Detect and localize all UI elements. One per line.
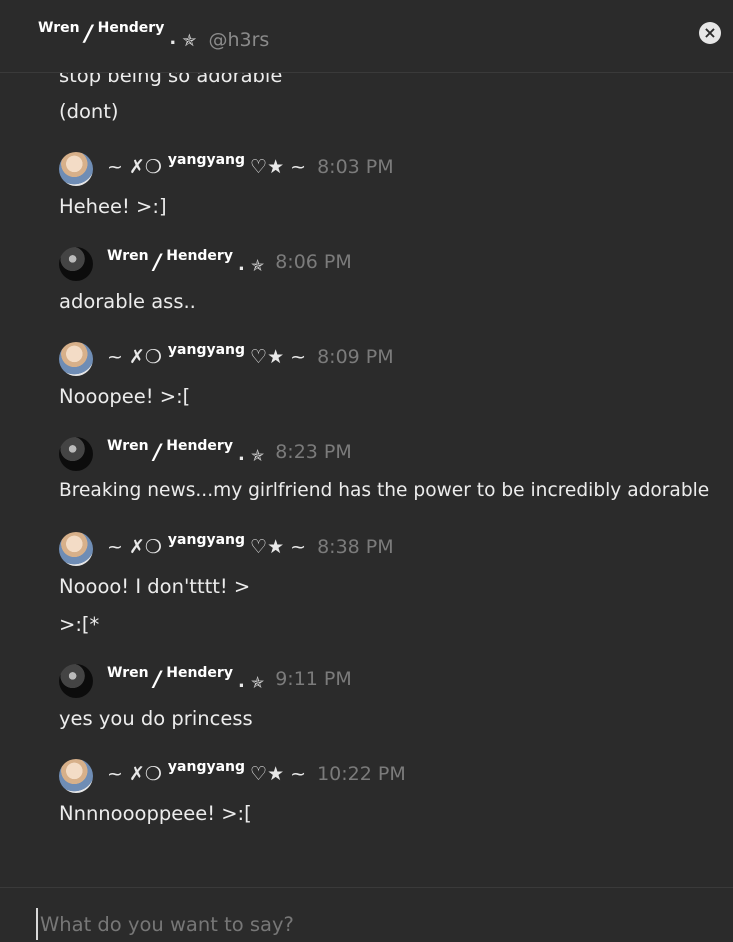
message-timestamp: 10:22 PM (317, 763, 406, 785)
message-timestamp: 8:38 PM (317, 536, 394, 558)
author-name-first: Wren (107, 665, 149, 681)
contact-name-slash: / (84, 22, 93, 47)
avatar[interactable] (59, 759, 93, 793)
contact-handle: @h3rs (208, 29, 270, 51)
message-timestamp: 8:23 PM (275, 441, 352, 463)
message-author-row: ~ ✗❍ yangyang ♡★ ~ 8:03 PM (59, 152, 394, 188)
chat-header: Wren / Hendery . ✯ @h3rs × (0, 0, 733, 73)
message-author-row: ~ ✗❍ yangyang ♡★ ~ 8:38 PM (59, 532, 394, 568)
message-text: adorable ass.. (59, 290, 196, 313)
author-name[interactable]: Wren / Hendery . ✯ (107, 664, 264, 692)
message-author-row: Wren / Hendery . ✯ 9:11 PM (59, 664, 352, 700)
message-text: yes you do princess (59, 707, 253, 730)
author-name-first: Wren (107, 438, 149, 454)
author-prefix: ~ ✗❍ (107, 536, 162, 558)
message-text: (dont) (59, 100, 119, 123)
author-prefix: ~ ✗❍ (107, 156, 162, 178)
author-name-slash: / (153, 440, 162, 464)
message-text: Breaking news...my girlfriend has the po… (59, 480, 710, 501)
message-list[interactable]: stop being so adorable (dont) ~ ✗❍ yangy… (0, 72, 733, 887)
message-text: >:[* (59, 613, 100, 636)
avatar[interactable] (59, 437, 93, 471)
message-author-row: ~ ✗❍ yangyang ♡★ ~ 10:22 PM (59, 759, 406, 795)
message-author-row: Wren / Hendery . ✯ 8:06 PM (59, 247, 352, 283)
avatar[interactable] (59, 342, 93, 376)
author-suffix: ♡★ ~ (250, 536, 307, 558)
message-input[interactable] (36, 908, 702, 940)
author-name[interactable]: yangyang (168, 532, 245, 548)
author-suffix: ♡★ ~ (250, 156, 307, 178)
close-icon[interactable]: × (699, 22, 721, 44)
author-prefix: ~ ✗❍ (107, 346, 162, 368)
author-name-second: Hendery (166, 438, 233, 454)
avatar[interactable] (59, 532, 93, 566)
message-text: Nooopee! >:[ (59, 385, 191, 408)
author-prefix: ~ ✗❍ (107, 763, 162, 785)
message-timestamp: 8:06 PM (275, 251, 352, 273)
message-timestamp: 8:09 PM (317, 346, 394, 368)
chat-contact-name: Wren / Hendery . ✯ @h3rs (38, 14, 269, 51)
author-name[interactable]: yangyang (168, 759, 245, 775)
author-suffix: ♡★ ~ (250, 763, 307, 785)
author-name-dot: . (237, 254, 245, 275)
star-icon: ✯ (182, 31, 197, 51)
author-name-slash: / (153, 250, 162, 274)
author-name[interactable]: Wren / Hendery . ✯ (107, 247, 264, 275)
author-suffix: ♡★ ~ (250, 346, 307, 368)
avatar[interactable] (59, 247, 93, 281)
message-author-row: Wren / Hendery . ✯ 8:23 PM (59, 437, 352, 473)
message-text: Hehee! >:] (59, 195, 167, 218)
message-text: Noooo! I don'tttt! > (59, 575, 251, 598)
author-name[interactable]: yangyang (168, 152, 245, 168)
message-text: Nnnnoooppeee! >:[ (59, 802, 252, 825)
author-name-dot: . (237, 444, 245, 465)
avatar[interactable] (59, 152, 93, 186)
author-name-slash: / (153, 667, 162, 691)
message-author-row: ~ ✗❍ yangyang ♡★ ~ 8:09 PM (59, 342, 394, 378)
author-name-second: Hendery (166, 248, 233, 264)
author-name[interactable]: yangyang (168, 342, 245, 358)
author-name-dot: . (237, 671, 245, 692)
avatar[interactable] (59, 664, 93, 698)
star-icon: ✯ (250, 673, 265, 692)
author-name[interactable]: Wren / Hendery . ✯ (107, 437, 264, 465)
message-timestamp: 8:03 PM (317, 156, 394, 178)
contact-name-first: Wren (38, 20, 80, 36)
author-name-first: Wren (107, 248, 149, 264)
message-timestamp: 9:11 PM (275, 668, 352, 690)
author-name-second: Hendery (166, 665, 233, 681)
message-text: stop being so adorable (59, 72, 283, 87)
star-icon: ✯ (250, 256, 265, 275)
contact-name-dot: . (169, 28, 177, 49)
contact-name-second: Hendery (97, 20, 165, 36)
message-composer (0, 887, 733, 942)
star-icon: ✯ (250, 446, 265, 465)
